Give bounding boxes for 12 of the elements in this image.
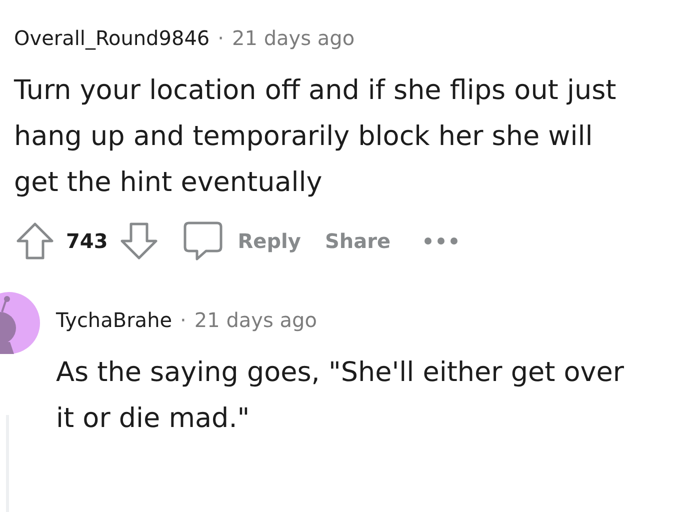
separator-dot: ·	[180, 308, 186, 332]
separator-dot: ·	[218, 26, 224, 50]
comment-icon	[182, 220, 224, 262]
more-icon[interactable]	[422, 236, 459, 246]
vote-count: 743	[66, 229, 108, 253]
timestamp: 21 days ago	[194, 308, 317, 332]
timestamp: 21 days ago	[232, 26, 355, 50]
comment-text: Turn your location off and if she flips out just hang up and temporarily block her she will get the hint eventually	[14, 74, 618, 200]
upvote-icon[interactable]	[14, 220, 56, 262]
username[interactable]: TychaBrahe	[56, 308, 172, 332]
username[interactable]: Overall_Round9846	[14, 26, 210, 50]
comment-text: As the saying goes, "She'll either get over it or die mad."	[56, 356, 625, 436]
